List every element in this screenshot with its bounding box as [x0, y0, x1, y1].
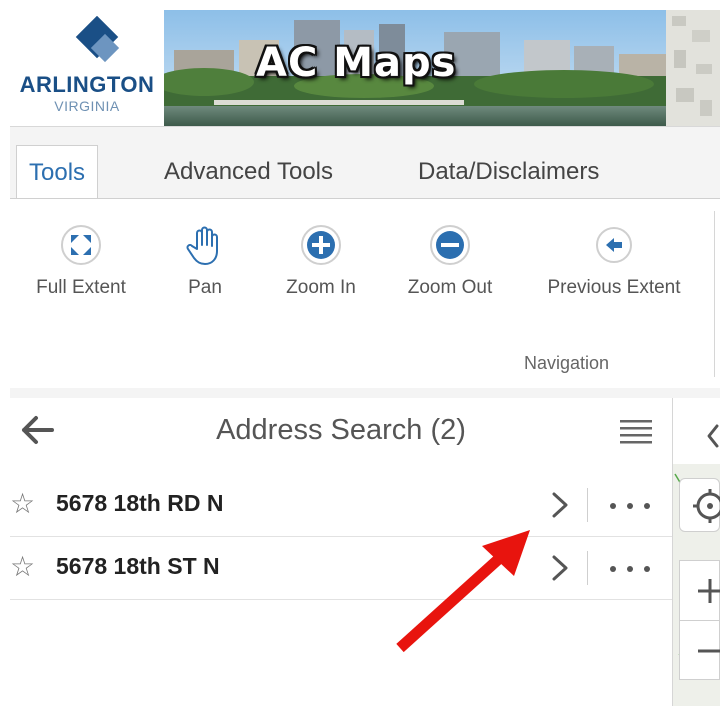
- pan-button[interactable]: Pan: [180, 223, 230, 299]
- row-divider: [587, 551, 588, 585]
- app-title: AC Maps: [256, 40, 457, 86]
- result-row[interactable]: ☆ 5678 18th ST N: [10, 537, 672, 600]
- ribbon-group-divider: [714, 211, 715, 377]
- chevron-right-icon[interactable]: [550, 553, 570, 583]
- back-arrow-circle-icon: [596, 227, 632, 263]
- map-zoom-in-button[interactable]: [679, 560, 720, 620]
- tool-label-full-extent: Full Extent: [36, 277, 126, 298]
- annotation-arrow-icon: [396, 530, 530, 653]
- logo-name: ARLINGTON: [19, 72, 155, 97]
- tool-label-previous-extent: Previous Extent: [547, 277, 681, 298]
- address-search-panel: Address Search (2) ☆ 5678 18th RD N ☆ 56…: [10, 398, 673, 706]
- favorite-star-icon[interactable]: ☆: [10, 488, 35, 520]
- app-window: ARLINGTON VIRGINIA AC Maps Tools Advance…: [10, 10, 720, 706]
- more-options-icon[interactable]: [608, 502, 652, 510]
- result-address[interactable]: 5678 18th ST N: [56, 553, 220, 580]
- minus-circle-icon: [430, 225, 470, 265]
- ribbon-tab-bar: Tools Advanced Tools Data/Disclaimers: [10, 126, 720, 199]
- tab-tools[interactable]: Tools: [16, 145, 99, 199]
- plus-icon: [698, 579, 720, 603]
- chevron-left-icon: [707, 424, 719, 448]
- full-extent-button[interactable]: Full Extent: [30, 223, 132, 299]
- ribbon-toolbar: Full Extent Pan Zoom In Zoom Out Previou…: [10, 198, 720, 390]
- list-menu-icon[interactable]: [618, 416, 654, 448]
- plus-circle-icon: [301, 225, 341, 265]
- locate-crosshair-icon: [693, 489, 720, 523]
- result-row[interactable]: ☆ 5678 18th RD N: [10, 474, 672, 537]
- panel-title: Address Search (2): [216, 414, 466, 446]
- chevron-right-icon[interactable]: [550, 490, 570, 520]
- header-banner: ARLINGTON VIRGINIA AC Maps: [10, 10, 720, 126]
- map-zoom-out-button[interactable]: [679, 620, 720, 680]
- panel-header: Address Search (2): [10, 398, 672, 464]
- previous-extent-button[interactable]: Previous Extent: [536, 223, 692, 299]
- zoom-out-button[interactable]: Zoom Out: [398, 223, 502, 299]
- panel-gap: [10, 388, 720, 398]
- map-view[interactable]: [673, 398, 720, 706]
- locate-button[interactable]: [679, 478, 720, 532]
- minus-icon: [698, 649, 720, 653]
- arlington-logo[interactable]: ARLINGTON VIRGINIA: [10, 10, 164, 126]
- tool-label-zoom-in: Zoom In: [286, 277, 356, 298]
- map-canvas[interactable]: [673, 464, 720, 706]
- result-address[interactable]: 5678 18th RD N: [56, 490, 223, 517]
- tab-advanced-tools[interactable]: Advanced Tools: [152, 145, 345, 199]
- tool-label-zoom-out: Zoom Out: [407, 277, 493, 298]
- collapse-panel-button[interactable]: [673, 398, 720, 465]
- favorite-star-icon[interactable]: ☆: [10, 551, 35, 583]
- ribbon-group-label: Navigation: [524, 353, 610, 373]
- logo-subtitle: VIRGINIA: [54, 98, 120, 114]
- hand-icon: [186, 226, 218, 265]
- banner-map-thumbnail: [666, 10, 720, 126]
- zoom-in-button[interactable]: Zoom In: [278, 223, 364, 299]
- diamond-logo-icon: [75, 16, 120, 63]
- tool-label-pan: Pan: [188, 277, 222, 298]
- tab-data-disclaimers[interactable]: Data/Disclaimers: [406, 145, 611, 199]
- full-extent-icon: [61, 225, 101, 265]
- row-divider: [587, 488, 588, 522]
- more-options-icon[interactable]: [608, 565, 652, 573]
